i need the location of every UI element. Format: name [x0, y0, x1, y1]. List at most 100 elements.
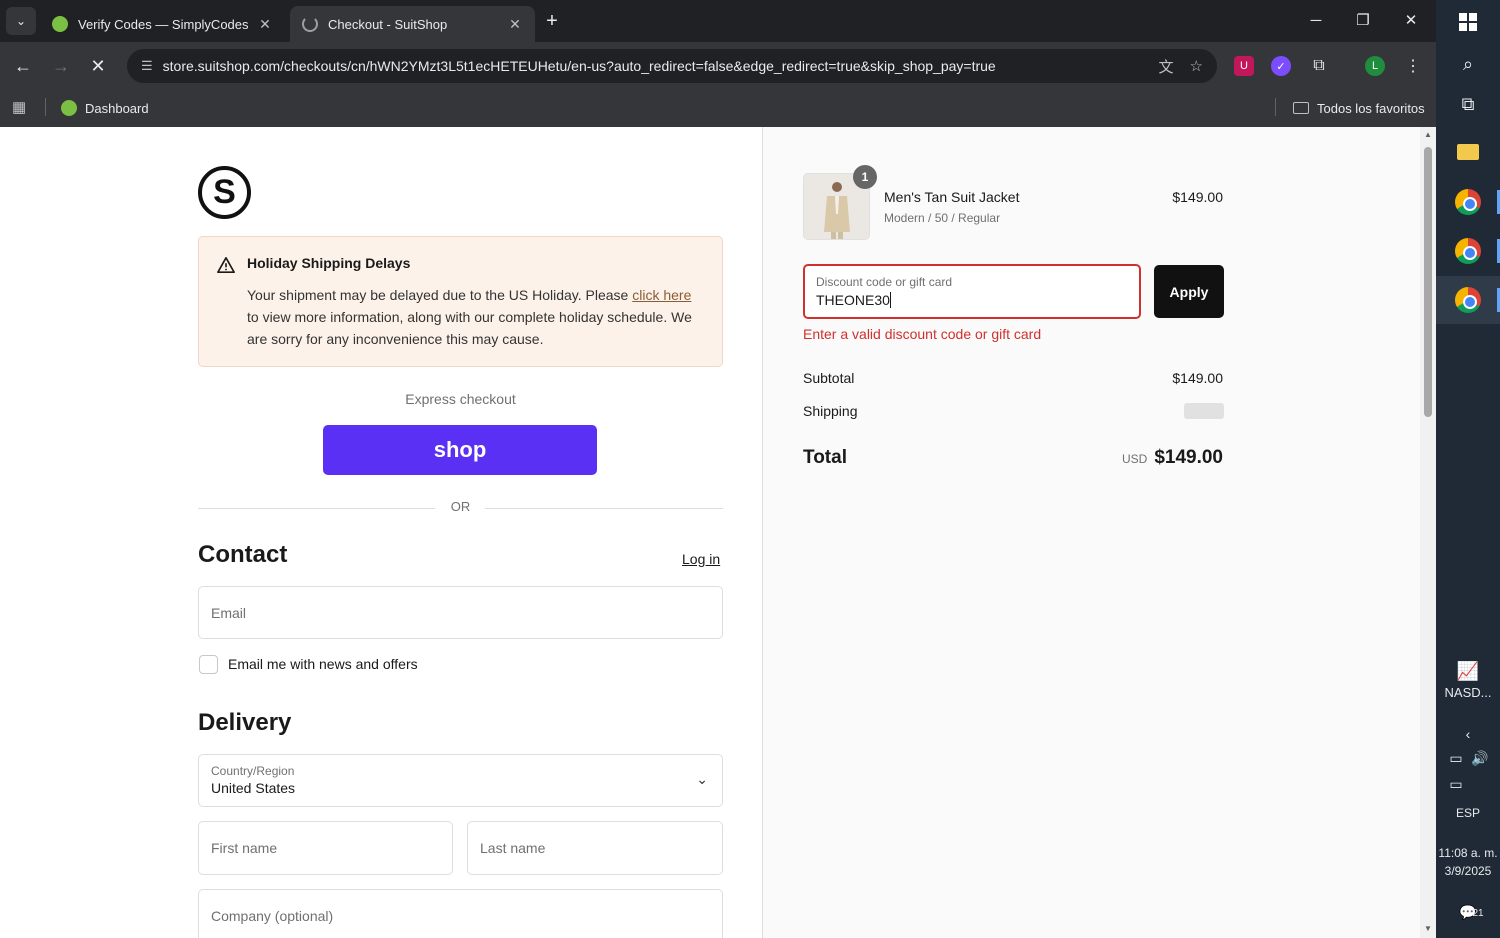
- bookmarks-divider: [45, 98, 46, 116]
- discount-input-text: THEONE30: [816, 292, 890, 308]
- close-tab-icon[interactable]: ✕: [507, 16, 523, 33]
- subtotal-value: $149.00: [1172, 370, 1223, 386]
- scroll-down-icon[interactable]: ▼: [1423, 924, 1433, 933]
- bookmarks-bar: ▦ Dashboard Todos los favoritos: [0, 90, 1436, 127]
- tab-simplycodes[interactable]: Verify Codes — SimplyCodes ✕: [40, 6, 285, 42]
- file-explorer-icon[interactable]: [1452, 136, 1484, 168]
- loading-spinner-icon: [302, 16, 318, 32]
- shipping-label: Shipping: [803, 403, 858, 419]
- discount-value: THEONE30: [816, 292, 891, 308]
- scroll-thumb[interactable]: [1424, 147, 1432, 417]
- notice-body: Your shipment may be delayed due to the …: [247, 284, 702, 350]
- text-caret: [889, 292, 891, 308]
- tab-suitshop-checkout[interactable]: Checkout - SuitShop ✕: [290, 6, 535, 42]
- bookmark-label: Todos los favoritos: [1317, 100, 1425, 116]
- tab-title: Verify Codes — SimplyCodes: [78, 16, 249, 32]
- windows-logo: [1459, 13, 1477, 31]
- or-divider: OR: [198, 499, 723, 517]
- windows-taskbar: ⌕ ⧉ 📈 NASD... ‹ 🔊 ▭ ▭ ESP 11:08 a. m. 3/…: [1436, 0, 1500, 938]
- divider-line: [485, 508, 723, 509]
- country-value: United States: [211, 780, 296, 796]
- all-bookmarks-folder[interactable]: Todos los favoritos: [1293, 96, 1425, 120]
- or-label: OR: [450, 499, 471, 514]
- company-placeholder: Company (optional): [211, 908, 334, 924]
- restore-button[interactable]: ❐: [1343, 8, 1383, 34]
- suitshop-logo[interactable]: S: [198, 166, 251, 219]
- bookmarks-divider: [1275, 98, 1276, 116]
- total-value: USD $149.00: [1122, 447, 1223, 469]
- apply-discount-button[interactable]: Apply: [1154, 265, 1224, 318]
- url-text[interactable]: store.suitshop.com/checkouts/cn/hWN2YMzt…: [163, 58, 1143, 74]
- stop-loading-button[interactable]: ✕: [86, 54, 110, 78]
- clock-date[interactable]: 3/9/2025: [1436, 864, 1500, 878]
- nasdaq-widget-label[interactable]: NASD...: [1436, 685, 1500, 700]
- first-name-field[interactable]: First name: [198, 821, 453, 875]
- close-window-button[interactable]: ✕: [1391, 8, 1431, 34]
- chevron-down-icon: ⌄: [696, 771, 708, 787]
- scroll-up-icon[interactable]: ▲: [1423, 130, 1433, 139]
- first-name-placeholder: First name: [211, 840, 278, 856]
- company-field[interactable]: Company (optional): [198, 889, 723, 938]
- email-field[interactable]: Email: [198, 586, 723, 639]
- search-icon[interactable]: ⌕: [1452, 48, 1484, 80]
- discount-error-message: Enter a valid discount code or gift card: [803, 326, 1042, 342]
- bookmark-dashboard[interactable]: Dashboard: [61, 96, 149, 120]
- task-view-icon[interactable]: ⧉: [1452, 88, 1484, 120]
- last-name-field[interactable]: Last name: [467, 821, 723, 875]
- address-bar[interactable]: ☰ store.suitshop.com/checkouts/cn/hWN2YM…: [127, 49, 1217, 83]
- total-amount: $149.00: [1154, 447, 1223, 468]
- last-name-placeholder: Last name: [480, 840, 546, 856]
- extension-purple-icon[interactable]: ✓: [1271, 56, 1291, 76]
- new-tab-button[interactable]: +: [540, 10, 564, 34]
- back-button[interactable]: ←: [11, 54, 35, 78]
- notice-text: Your shipment may be delayed due to the …: [247, 287, 633, 303]
- holiday-notice: Holiday Shipping Delays Your shipment ma…: [198, 236, 723, 367]
- quantity-badge: 1: [853, 165, 877, 189]
- notice-link[interactable]: click here: [632, 287, 691, 303]
- warning-icon: [217, 256, 235, 274]
- discount-label: Discount code or gift card: [816, 275, 953, 289]
- total-label: Total: [803, 447, 847, 468]
- login-link[interactable]: Log in: [682, 551, 720, 567]
- order-summary: 1 Men's Tan Suit Jacket Modern / 50 / Re…: [762, 127, 1420, 938]
- tab-strip: ⌄ Verify Codes — SimplyCodes ✕ Checkout …: [0, 0, 1436, 42]
- notice-title: Holiday Shipping Delays: [247, 255, 411, 271]
- screen: ⌄ Verify Codes — SimplyCodes ✕ Checkout …: [0, 0, 1500, 938]
- email-placeholder: Email: [211, 605, 247, 621]
- page-scrollbar[interactable]: ▲ ▼: [1420, 127, 1436, 938]
- country-select[interactable]: Country/Region United States ⌄: [198, 754, 723, 807]
- country-label: Country/Region: [211, 764, 295, 778]
- minimize-button[interactable]: ─: [1296, 8, 1336, 34]
- site-info-icon[interactable]: ☰: [141, 58, 153, 74]
- product-variant: Modern / 50 / Regular: [884, 211, 1001, 225]
- extensions-puzzle-icon[interactable]: ⧉: [1309, 56, 1329, 76]
- dashboard-favicon-icon: [61, 100, 77, 116]
- ublock-extension-icon[interactable]: U: [1234, 56, 1254, 76]
- bookmark-star-icon[interactable]: ☆: [1190, 57, 1203, 75]
- browser-menu-icon[interactable]: ⋮: [1403, 56, 1423, 76]
- profile-avatar[interactable]: L: [1365, 56, 1385, 76]
- notice-text: to view more information, along with our…: [247, 309, 692, 347]
- language-indicator[interactable]: ESP: [1436, 806, 1500, 820]
- forward-button[interactable]: →: [49, 54, 73, 78]
- tab-search-button[interactable]: ⌄: [6, 7, 36, 35]
- folder-icon: [1293, 102, 1309, 114]
- delivery-heading: Delivery: [198, 709, 292, 736]
- shop-pay-button[interactable]: shop: [323, 425, 597, 475]
- chrome-app-icon[interactable]: [1452, 186, 1484, 218]
- chrome-app-icon[interactable]: [1452, 235, 1484, 267]
- translate-icon[interactable]: 文: [1159, 56, 1174, 77]
- subtotal-label: Subtotal: [803, 370, 855, 386]
- stock-chart-icon[interactable]: 📈: [1452, 655, 1484, 687]
- display-icon[interactable]: ▭: [1440, 768, 1472, 800]
- newsletter-label[interactable]: Email me with news and offers: [228, 656, 418, 672]
- apps-grid-icon[interactable]: ▦: [12, 98, 26, 116]
- simplycodes-favicon-icon: [52, 16, 68, 32]
- close-tab-icon[interactable]: ✕: [257, 16, 273, 33]
- newsletter-checkbox[interactable]: [199, 655, 218, 674]
- chrome-app-icon[interactable]: [1452, 284, 1484, 316]
- discount-code-field[interactable]: Discount code or gift card THEONE30: [803, 264, 1141, 319]
- clock-time[interactable]: 11:08 a. m.: [1436, 846, 1500, 860]
- tab-title: Checkout - SuitShop: [328, 16, 448, 32]
- windows-start-icon[interactable]: [1452, 6, 1484, 38]
